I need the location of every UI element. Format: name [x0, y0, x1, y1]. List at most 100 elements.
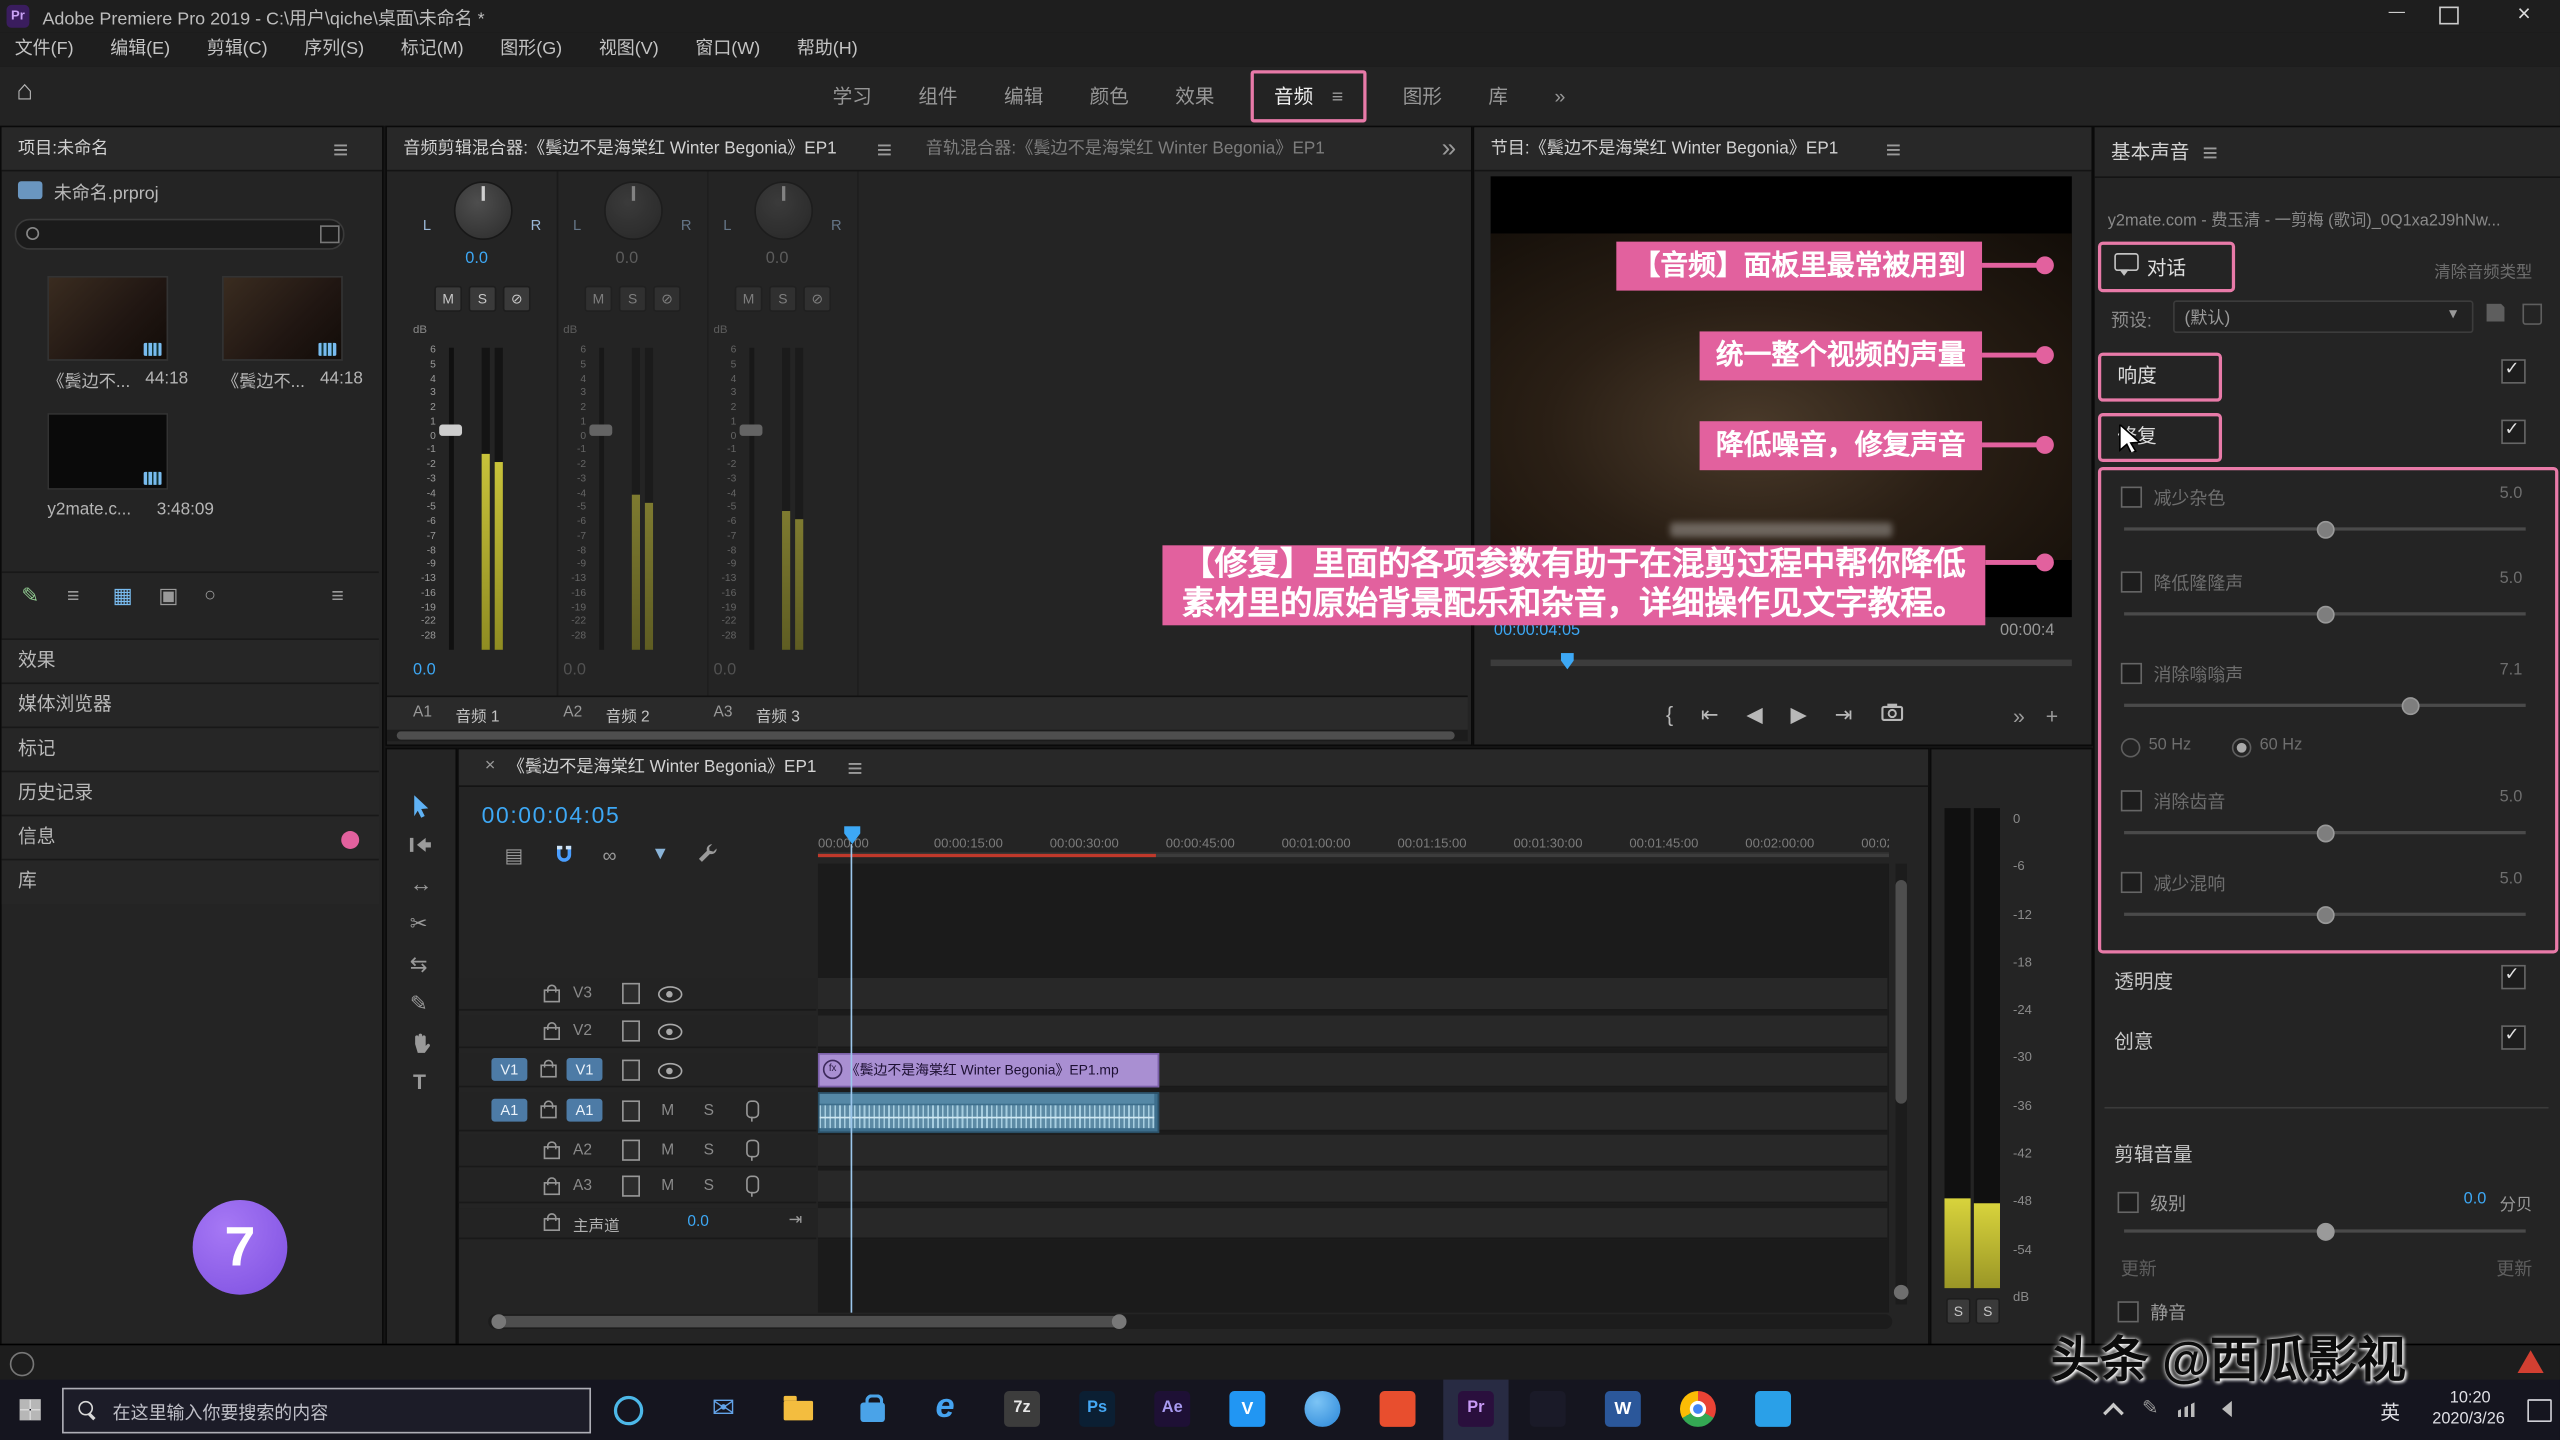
lane-master[interactable]	[818, 1208, 1887, 1239]
taskbar-app-photoshop[interactable]: Ps	[1079, 1391, 1115, 1427]
program-add-button-icon[interactable]: +	[2046, 704, 2058, 728]
taskbar-app-dark[interactable]	[1530, 1391, 1566, 1427]
master-out-icon[interactable]: ⇥	[789, 1211, 803, 1229]
clear-audio-type-button[interactable]: 清除音频类型	[2434, 258, 2532, 282]
taskbar-app-mail[interactable]: ✉	[712, 1393, 735, 1426]
essential-sound-tab[interactable]: 基本声音	[2111, 127, 2189, 176]
nest-insert-icon[interactable]: ▤	[504, 844, 523, 867]
record-off-button[interactable]: ⊘	[653, 286, 681, 312]
go-to-in-icon[interactable]: ⇤	[1701, 702, 1719, 735]
mic-icon[interactable]	[746, 1140, 759, 1158]
list-view-icon[interactable]: ≡	[67, 583, 79, 607]
essential-sound-menu-icon[interactable]: ≡	[2202, 140, 2217, 169]
project-panel-menu-icon[interactable]: ≡	[333, 137, 348, 166]
type-tool[interactable]: T	[413, 1069, 426, 1093]
menu-clip[interactable]: 剪辑(C)	[192, 33, 282, 67]
level-value[interactable]: 0.0	[2464, 1190, 2487, 1208]
lock-icon[interactable]	[544, 1218, 560, 1231]
panel-tab-media-browser[interactable]: 媒体浏览器	[2, 682, 379, 728]
mute-button[interactable]: M	[661, 1102, 674, 1120]
tab-effects[interactable]: 效果	[1156, 70, 1234, 122]
mixer-overflow-icon[interactable]: »	[1442, 136, 1457, 165]
panel-tab-libraries[interactable]: 库	[2, 859, 379, 905]
panel-tab-info[interactable]: 信息	[2, 815, 379, 861]
source-patch-a1[interactable]: A1	[491, 1099, 527, 1122]
taskbar-app-blue[interactable]	[1755, 1391, 1791, 1427]
fader-track[interactable]	[749, 348, 754, 650]
track-header-v2[interactable]: V2	[459, 1016, 817, 1049]
clock-time[interactable]: 10:20	[2433, 1389, 2508, 1407]
mute-button[interactable]: M	[584, 286, 612, 312]
panel-tab-history[interactable]: 历史记录	[2, 771, 379, 817]
taskbar-app-blue-circle[interactable]	[1304, 1391, 1340, 1427]
delete-preset-icon[interactable]	[2522, 304, 2542, 325]
lock-icon[interactable]	[540, 1105, 556, 1118]
solo-button[interactable]: S	[704, 1141, 714, 1159]
lock-icon[interactable]	[544, 1146, 560, 1159]
slip-tool[interactable]: ⇆	[410, 952, 428, 978]
level-checkbox[interactable]	[2118, 1192, 2139, 1213]
timeline-tab-close-icon[interactable]: ×	[485, 756, 496, 776]
cortana-button[interactable]	[614, 1396, 643, 1425]
solo-button[interactable]: S	[704, 1177, 714, 1195]
solo-button[interactable]: S	[469, 286, 497, 312]
menu-view[interactable]: 视图(V)	[584, 33, 673, 67]
tab-libraries[interactable]: 库	[1469, 70, 1528, 122]
menu-marker[interactable]: 标记(M)	[386, 33, 478, 67]
lane-a2[interactable]	[818, 1135, 1887, 1168]
track-output-icon[interactable]	[658, 1024, 682, 1040]
tab-audio[interactable]: 音频 ≡	[1251, 70, 1366, 122]
tab-assembly[interactable]: 组件	[899, 70, 977, 122]
update-label-left[interactable]: 更新	[2121, 1256, 2157, 1282]
mixer-hscrollbar[interactable]	[387, 730, 1468, 741]
hand-tool[interactable]	[410, 1032, 431, 1063]
sync-lock-icon[interactable]	[622, 983, 640, 1004]
update-label-right[interactable]: 更新	[2496, 1256, 2532, 1282]
workspace-menu-icon[interactable]: ≡	[1332, 85, 1343, 108]
work-area-bar[interactable]	[818, 854, 1889, 857]
tab-learn[interactable]: 学习	[813, 70, 891, 122]
clip-mixer-tab[interactable]: 音频剪辑混合器:《鬓边不是海棠红 Winter Begonia》EP1	[403, 127, 836, 169]
taskbar-app-word[interactable]: W	[1605, 1391, 1641, 1427]
sync-lock-icon[interactable]	[622, 1100, 640, 1121]
track-select-tool[interactable]	[408, 834, 432, 863]
track-header-v1[interactable]: V1 V1	[459, 1053, 817, 1087]
volume-icon[interactable]	[2214, 1401, 2232, 1417]
source-patch-v1[interactable]: V1	[491, 1058, 527, 1081]
snap-icon[interactable]	[553, 844, 574, 873]
pan-value[interactable]: 0.0	[766, 250, 789, 268]
close-button[interactable]: ×	[2504, 0, 2543, 26]
razor-tool[interactable]: ✂	[410, 911, 428, 937]
play-icon[interactable]: ▶	[1790, 702, 1806, 735]
track-output-icon[interactable]	[658, 1063, 682, 1079]
step-forward-icon[interactable]: ⇥	[1835, 702, 1853, 735]
project-clip-1[interactable]	[47, 276, 168, 361]
record-off-button[interactable]: ⊘	[503, 286, 531, 312]
search-in-icon[interactable]	[320, 225, 340, 243]
program-menu-icon[interactable]: ≡	[1886, 137, 1901, 166]
start-button[interactable]	[20, 1399, 41, 1420]
solo-right-button[interactable]: S	[1976, 1298, 2000, 1324]
network-icon[interactable]	[2178, 1401, 2198, 1417]
clip-mixer-menu-icon[interactable]: ≡	[877, 137, 892, 166]
lock-icon[interactable]	[544, 1027, 560, 1040]
menu-edit[interactable]: 编辑(E)	[96, 33, 185, 67]
lock-icon[interactable]	[544, 1182, 560, 1195]
master-level-value[interactable]: 0.0	[687, 1213, 709, 1231]
lane-v2[interactable]	[818, 1016, 1887, 1049]
target-track-v1[interactable]: V1	[567, 1058, 603, 1081]
taskbar-app-file-explorer[interactable]	[784, 1401, 813, 1421]
tab-edit[interactable]: 编辑	[984, 70, 1062, 122]
mute-button[interactable]: M	[661, 1177, 674, 1195]
track-mixer-tab[interactable]: 音轨混合器:《鬓边不是海棠红 Winter Begonia》EP1	[926, 127, 1325, 169]
track-header-a3[interactable]: A3 M S	[459, 1171, 817, 1204]
taskbar-app-premiere-active[interactable]: Pr	[1443, 1380, 1508, 1440]
tabs-overflow-icon[interactable]: »	[1535, 70, 1585, 122]
fader-handle[interactable]	[589, 424, 612, 435]
mute-button[interactable]: M	[434, 286, 462, 312]
fader-value[interactable]: 0.0	[563, 661, 586, 679]
background-activity-icon[interactable]	[10, 1352, 34, 1376]
taskbar-app-red[interactable]	[1380, 1391, 1416, 1427]
creative-checkbox[interactable]: ✓	[2501, 1025, 2525, 1049]
sync-lock-icon[interactable]	[622, 1020, 640, 1041]
